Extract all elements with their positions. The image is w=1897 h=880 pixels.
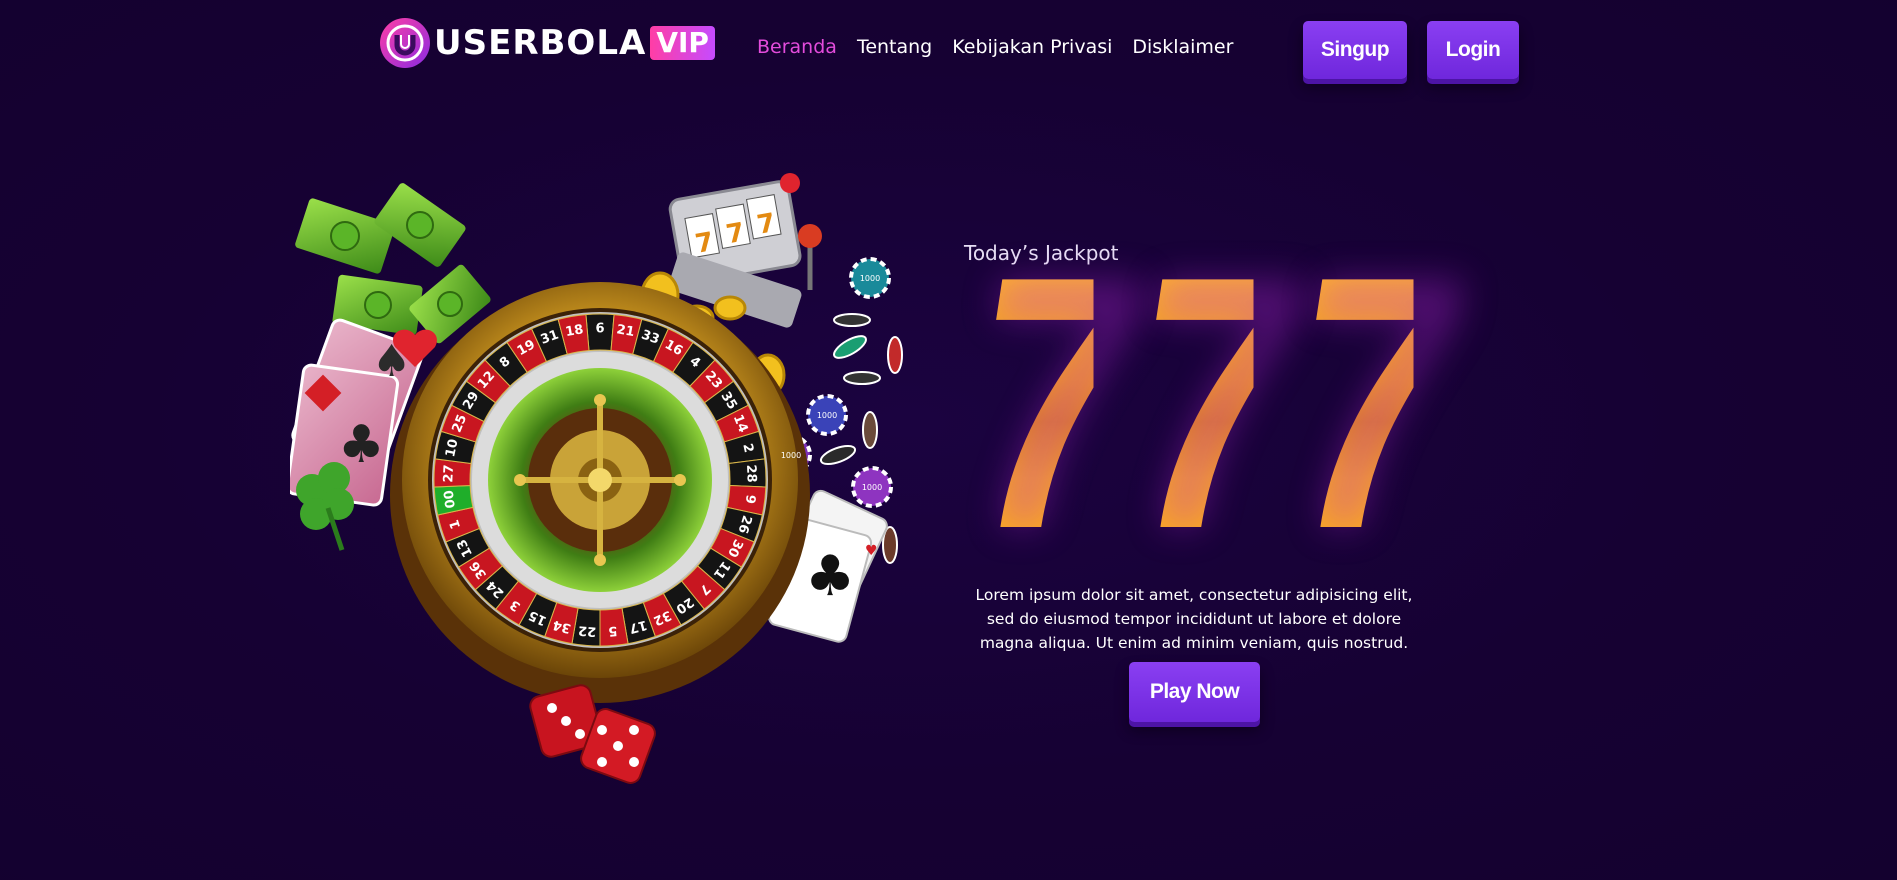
logo-u-icon: [380, 18, 430, 68]
casino-illustration-svg: ♠ ♣ 7 7 7 ♣ ♥ 6 21 33 164233514228926301…: [285, 173, 903, 784]
roulette-number: 9: [742, 494, 758, 505]
logo-vip-badge: VIP: [650, 26, 715, 60]
logo-text: USERBOLA: [434, 23, 647, 63]
landing-page: USERBOLA VIP Beranda Tentang Kebijakan P…: [0, 0, 1897, 880]
signup-button[interactable]: Singup: [1303, 21, 1407, 79]
roulette-number: 00: [442, 489, 459, 509]
svg-text:♠: ♠: [372, 336, 411, 387]
jackpot-digit: 7: [1136, 202, 1293, 604]
play-now-button[interactable]: Play Now: [1129, 662, 1260, 722]
chip-label: 1000: [817, 411, 837, 420]
casino-illustration: ♠ ♣ 7 7 7 ♣ ♥ 6 21 33 16 4 23 35 14 2 28…: [285, 170, 930, 790]
svg-text:♣: ♣: [338, 415, 385, 475]
roulette-number: 22: [578, 622, 597, 638]
chip-label: 1000: [862, 483, 882, 492]
roulette-number: 18: [564, 322, 584, 340]
hero-description: Lorem ipsum dolor sit amet, consectetur …: [975, 585, 1413, 652]
chip-label: 1000: [860, 274, 880, 283]
main-nav: Beranda Tentang Kebijakan Privasi Diskla…: [757, 36, 1233, 58]
jackpot-digit: 7: [1296, 202, 1453, 604]
jackpot-value: 7 7 7: [960, 202, 1453, 604]
roulette-number: 27: [441, 464, 457, 483]
roulette-wheel-icon: 6 21 33 16423351422892630117203217522341532…: [390, 282, 810, 703]
svg-text:♣: ♣: [805, 544, 855, 609]
chip-label: 1000: [781, 451, 801, 460]
login-button[interactable]: Login: [1427, 21, 1519, 79]
roulette-number: 21: [615, 322, 635, 340]
site-logo[interactable]: USERBOLA VIP: [380, 16, 715, 70]
roulette-number: 5: [608, 623, 618, 639]
nav-kebijakan-privasi[interactable]: Kebijakan Privasi: [952, 36, 1112, 58]
roulette-number: 28: [743, 464, 759, 483]
jackpot-digit: 7: [976, 202, 1133, 604]
roulette-number: 6: [595, 322, 604, 337]
money-icon: [295, 183, 491, 344]
nav-beranda[interactable]: Beranda: [757, 36, 837, 58]
svg-text:♥: ♥: [865, 543, 878, 559]
nav-disklaimer[interactable]: Disklaimer: [1132, 36, 1233, 58]
nav-tentang[interactable]: Tentang: [857, 36, 932, 58]
